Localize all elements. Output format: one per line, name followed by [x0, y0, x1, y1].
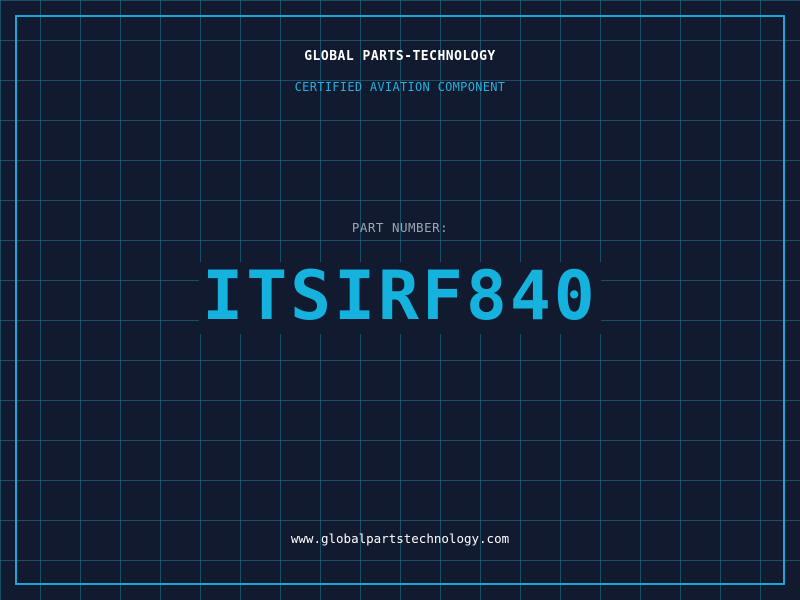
part-number-label: PART NUMBER:: [351, 220, 449, 235]
part-number: ITSIRF840: [202, 257, 598, 336]
website-link[interactable]: www.globalpartstechnology.com: [0, 531, 800, 546]
tagline: CERTIFIED AVIATION COMPONENT: [294, 80, 506, 94]
company-name: GLOBAL PARTS-TECHNOLOGY: [304, 49, 496, 64]
